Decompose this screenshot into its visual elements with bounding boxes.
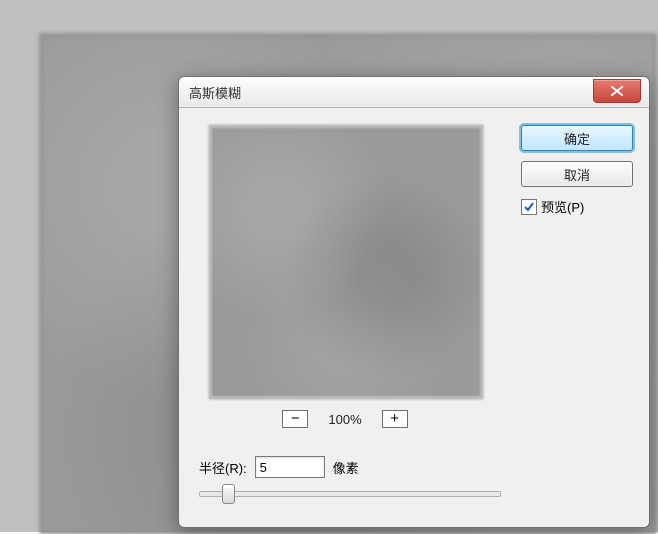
zoom-controls: − 100% + xyxy=(209,407,481,431)
dialog-body: − 100% + 半径(R): 像素 确定 取消 预览(P) xyxy=(179,107,649,527)
cancel-button[interactable]: 取消 xyxy=(521,161,633,187)
preview-checkbox[interactable] xyxy=(521,199,537,215)
radius-slider[interactable] xyxy=(199,483,499,503)
effect-preview[interactable] xyxy=(209,125,483,399)
gaussian-blur-dialog: 高斯模糊 − 100% + 半径(R): 像素 确定 取消 xyxy=(178,76,650,528)
slider-thumb[interactable] xyxy=(222,484,235,504)
check-icon xyxy=(523,201,535,213)
zoom-out-button[interactable]: − xyxy=(282,410,308,428)
dialog-right-column: 确定 取消 预览(P) xyxy=(521,125,631,216)
zoom-level-label: 100% xyxy=(328,412,361,427)
dialog-title: 高斯模糊 xyxy=(189,83,241,102)
radius-input[interactable] xyxy=(255,456,325,478)
radius-label: 半径(R): xyxy=(199,458,247,477)
preview-checkbox-row[interactable]: 预览(P) xyxy=(521,197,631,216)
radius-row: 半径(R): 像素 xyxy=(199,455,499,479)
ok-button[interactable]: 确定 xyxy=(521,125,633,151)
close-button[interactable] xyxy=(593,79,641,103)
dialog-titlebar[interactable]: 高斯模糊 xyxy=(179,77,649,108)
close-icon xyxy=(611,86,623,96)
slider-track xyxy=(199,491,501,497)
preview-checkbox-label: 预览(P) xyxy=(541,197,584,216)
radius-unit-label: 像素 xyxy=(333,458,359,477)
zoom-in-button[interactable]: + xyxy=(382,410,408,428)
